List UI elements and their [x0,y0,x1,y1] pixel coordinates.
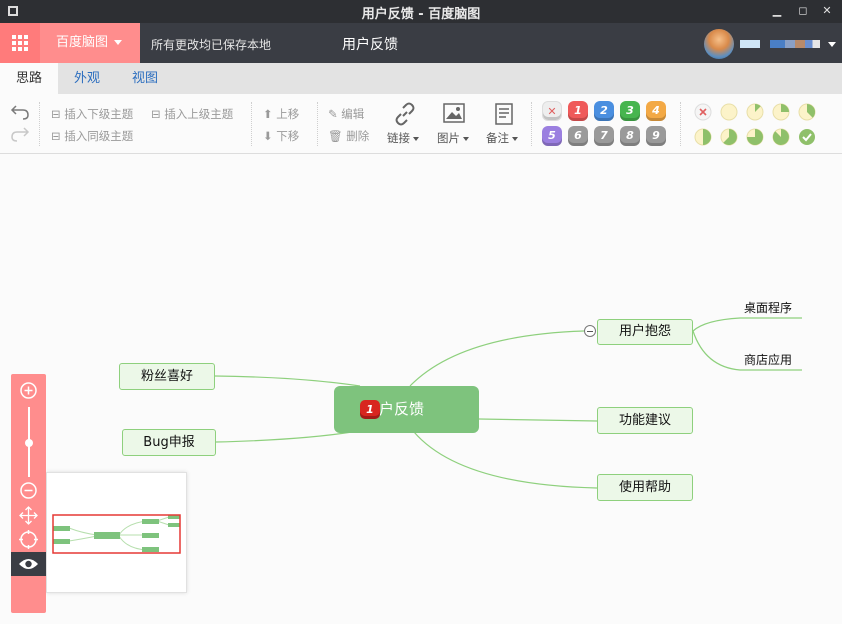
topic-node[interactable]: 功能建议 [597,407,693,434]
zoom-out-icon[interactable] [19,481,38,500]
collapse-toggle[interactable] [584,325,596,337]
document-title[interactable]: 用户反馈 [342,34,398,54]
insert-child-button[interactable]: ⊟ 插入下级主题 [51,106,133,122]
priority-8-button[interactable]: 8 [620,126,640,146]
delete-button[interactable]: 🗑 删除 [328,128,369,144]
brand-menu-button[interactable]: 百度脑图 [40,23,140,63]
priority-badge: 1 [360,400,380,419]
app-header: 百度脑图 所有更改均已保存本地 用户反馈 [0,23,842,63]
topic-node[interactable]: 粉丝喜好 [119,363,215,390]
root-node[interactable]: 1 用户反馈 [334,386,479,433]
minimap[interactable] [46,472,187,593]
remove-progress-button[interactable] [694,103,712,121]
progress-5-button[interactable] [720,128,738,146]
connector-line [409,330,585,387]
subtopic-node[interactable]: 商店应用 [744,351,792,368]
user-name-redacted[interactable] [740,40,760,48]
toolbar: ⊟ 插入下级主题 ⊟ 插入上级主题 ⊟ 插入同级主题 ⬆ 上移 ⬇ 下移 ✎ 编… [0,94,842,154]
priority-6-button[interactable]: 6 [568,126,588,146]
title-bar: 用户反馈 - 百度脑图 ▁ ◻ ✕ [0,0,842,23]
zoom-panel [11,374,46,613]
save-status: 所有更改均已保存本地 [151,38,272,52]
priority-7-button[interactable]: 7 [594,126,614,146]
undo-icon[interactable] [9,102,31,120]
topic-node[interactable]: Bug申报 [122,429,216,456]
connector-line [214,375,361,387]
insert-child-icon: ⊟ [51,107,65,121]
locate-center-icon[interactable] [19,530,38,549]
progress-7-button[interactable] [772,128,790,146]
user-menu-chevron-icon[interactable] [828,42,836,47]
progress-done-button[interactable] [799,129,815,145]
minimap-preview [52,514,181,554]
priority-9-button[interactable]: 9 [646,126,666,146]
progress-3-button[interactable] [798,103,816,121]
trash-icon: 🗑 [328,129,347,143]
insert-sibling-button[interactable]: ⊟ 插入同级主题 [51,128,133,144]
progress-6-button[interactable] [746,128,764,146]
connector-line [478,418,598,422]
apps-grid-button[interactable] [0,23,40,63]
tab-appearance[interactable]: 外观 [58,63,116,94]
priority-4-button[interactable]: 4 [646,101,666,121]
move-down-button[interactable]: ⬇ 下移 [263,128,299,144]
arrow-down-icon: ⬇ [263,129,277,143]
move-up-button[interactable]: ⬆ 上移 [263,106,299,122]
connector-line [215,431,353,443]
insert-sibling-icon: ⊟ [51,129,65,143]
remove-priority-button[interactable]: ✕ [542,101,562,121]
progress-2-button[interactable] [772,103,790,121]
close-button[interactable]: ✕ [818,2,836,20]
link-button[interactable]: 链接 [385,102,425,150]
connector-line [692,317,802,332]
insert-parent-button[interactable]: ⊟ 插入上级主题 [151,106,233,122]
image-icon [443,103,465,123]
note-icon [495,103,513,125]
navigator-toggle-button[interactable] [11,552,46,576]
priority-3-button[interactable]: 3 [620,101,640,121]
pencil-icon: ✎ [328,107,342,121]
note-button[interactable]: 备注 [485,102,525,150]
ribbon-tabs: 思路 外观 视图 [0,63,842,94]
window-title: 用户反馈 - 百度脑图 [361,7,481,22]
progress-0-button[interactable] [720,103,738,121]
priority-5-button[interactable]: 5 [542,126,562,146]
priority-1-button[interactable]: 1 [568,101,588,121]
avatar[interactable] [704,29,734,59]
chevron-down-icon [114,40,123,45]
progress-group [694,103,816,146]
chevron-down-icon [512,136,518,141]
subtopic-node[interactable]: 桌面程序 [744,299,792,316]
link-icon [395,102,415,126]
zoom-slider-handle[interactable] [25,439,33,447]
arrow-up-icon: ⬆ [263,107,277,121]
redo-icon[interactable] [9,126,31,144]
chevron-down-icon [463,136,469,141]
connector-line [413,431,598,489]
maximize-button[interactable]: ◻ [794,2,812,20]
app-window: 用户反馈 - 百度脑图 ▁ ◻ ✕ 百度脑图 所有更改均已保存本地 用户反馈 思… [0,0,842,624]
image-button[interactable]: 图片 [435,102,475,150]
brand-label: 百度脑图 [56,35,109,50]
edit-button[interactable]: ✎ 编辑 [328,106,364,122]
zoom-in-icon[interactable] [19,381,38,400]
eye-icon [19,559,38,569]
move-icon[interactable] [19,506,38,525]
topic-node[interactable]: 使用帮助 [597,474,693,501]
minimize-button[interactable]: ▁ [768,2,786,20]
chevron-down-icon [413,136,419,141]
insert-parent-icon: ⊟ [151,107,165,121]
priority-2-button[interactable]: 2 [594,101,614,121]
topic-node[interactable]: 用户抱怨 [597,319,693,345]
user-info-redacted[interactable] [770,40,820,48]
progress-1-button[interactable] [746,103,764,121]
tab-idea[interactable]: 思路 [0,63,59,94]
tab-view[interactable]: 视图 [116,63,174,94]
progress-4-button[interactable] [694,128,712,146]
